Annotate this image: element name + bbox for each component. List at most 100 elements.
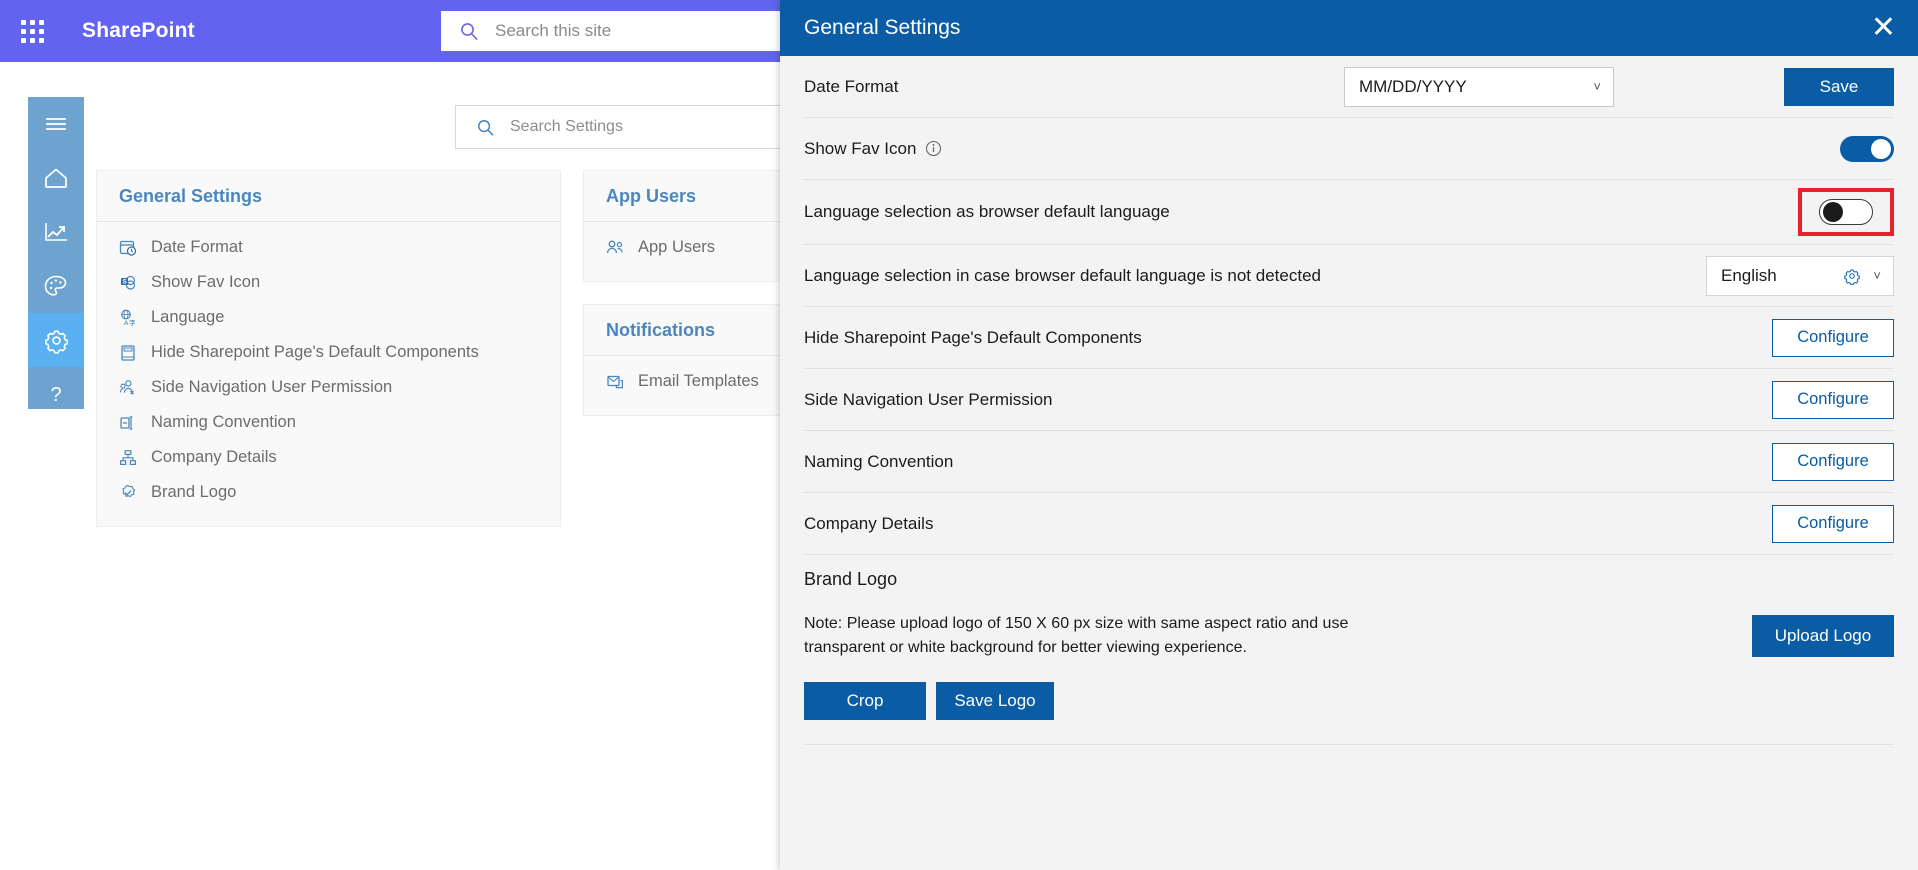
settings-search-placeholder: Search Settings bbox=[510, 118, 623, 135]
row-hide-default-components: Hide Sharepoint Page's Default Component… bbox=[804, 307, 1894, 369]
list-item-label: Side Navigation User Permission bbox=[151, 378, 393, 396]
list-item-label: Language bbox=[151, 308, 225, 326]
calendar-clock-icon bbox=[119, 238, 145, 258]
rail-item-help[interactable]: ? bbox=[28, 367, 84, 421]
rail-item-theme[interactable] bbox=[28, 259, 84, 313]
row-lang-fallback: Language selection in case browser defau… bbox=[804, 245, 1894, 307]
rail-item-home[interactable] bbox=[28, 151, 84, 205]
date-format-select[interactable]: MM/DD/YYYY ˅ bbox=[1344, 66, 1614, 107]
list-item[interactable]: Date Format bbox=[97, 230, 560, 265]
date-format-label: Date Format bbox=[804, 76, 899, 96]
general-settings-panel: General Settings ✕ Date Format MM/DD/YYY… bbox=[780, 0, 1918, 870]
row-show-fav-icon: Show Fav Icon bbox=[804, 118, 1894, 180]
toggle-knob bbox=[1871, 138, 1891, 159]
card-general-settings: General Settings Date Format S Show Fav … bbox=[96, 170, 561, 527]
lang-fallback-select[interactable]: English ˅ bbox=[1706, 255, 1894, 296]
show-fav-icon-toggle[interactable] bbox=[1840, 135, 1894, 162]
toggle-knob bbox=[1823, 202, 1843, 222]
search-icon bbox=[461, 23, 478, 41]
page-layout-icon bbox=[119, 343, 145, 363]
list-item-label: Show Fav Icon bbox=[151, 273, 261, 291]
list-item-label: Company Details bbox=[151, 448, 277, 466]
save-button[interactable]: Save bbox=[1784, 67, 1894, 106]
lang-fallback-label: Language selection in case browser defau… bbox=[804, 265, 1321, 285]
panel-header: General Settings ✕ bbox=[780, 0, 1918, 56]
list-item[interactable]: Side Navigation User Permission bbox=[97, 370, 560, 405]
configure-button-hide-default-components[interactable]: Configure bbox=[1772, 318, 1894, 357]
home-icon bbox=[45, 168, 67, 188]
brand-logo-buttons: Crop Save Logo bbox=[804, 660, 1894, 734]
row-lang-browser-default: Language selection as browser default la… bbox=[804, 180, 1894, 245]
sharepoint-brand[interactable]: SharePoint bbox=[82, 19, 195, 43]
lang-fallback-value: English bbox=[1721, 265, 1777, 285]
brand-logo-title: Brand Logo bbox=[804, 569, 898, 589]
info-circle-icon[interactable] bbox=[925, 140, 942, 157]
section-brand-logo: Brand Logo Note: Please upload logo of 1… bbox=[804, 555, 1894, 745]
rail-item-settings[interactable] bbox=[28, 313, 84, 367]
brand-logo-note-row: Note: Please upload logo of 150 X 60 px … bbox=[804, 612, 1894, 660]
panel-title: General Settings bbox=[804, 16, 961, 39]
naming-convention-label: Naming Convention bbox=[804, 451, 954, 471]
close-icon[interactable]: ✕ bbox=[1871, 13, 1896, 43]
app-root: SharePoint Search this site ? Search Set… bbox=[0, 0, 1918, 870]
search-icon bbox=[478, 119, 494, 136]
favicon-icon: S bbox=[119, 273, 145, 293]
palette-icon bbox=[44, 275, 67, 296]
hide-default-components-label: Hide Sharepoint Page's Default Component… bbox=[804, 327, 1142, 347]
site-search-placeholder: Search this site bbox=[495, 21, 612, 40]
gear-icon bbox=[44, 329, 68, 354]
company-details-label: Company Details bbox=[804, 513, 934, 533]
svg-text:S: S bbox=[122, 278, 127, 285]
chevron-down-icon: ˅ bbox=[1873, 268, 1881, 283]
date-format-value: MM/DD/YYYY bbox=[1359, 76, 1467, 96]
configure-button-side-nav-permission[interactable]: Configure bbox=[1772, 380, 1894, 419]
badge-icon bbox=[119, 483, 145, 503]
lang-browser-default-label: Language selection as browser default la… bbox=[804, 202, 1170, 221]
settings-search-input[interactable]: Search Settings bbox=[455, 105, 785, 149]
app-launcher-icon[interactable] bbox=[8, 7, 56, 55]
people-icon bbox=[606, 238, 632, 258]
card-title: General Settings bbox=[97, 171, 560, 222]
list-item-label: Hide Sharepoint Page's Default Component… bbox=[151, 343, 479, 361]
list-item[interactable]: S Show Fav Icon bbox=[97, 265, 560, 300]
list-item[interactable]: A字 Language bbox=[97, 300, 560, 335]
language-globe-icon: A字 bbox=[119, 308, 145, 328]
rename-icon bbox=[119, 413, 145, 433]
list-item[interactable]: Hide Sharepoint Page's Default Component… bbox=[97, 335, 560, 370]
list-item[interactable]: Brand Logo bbox=[97, 475, 560, 510]
list-item[interactable]: Company Details bbox=[97, 440, 560, 475]
question-mark-icon: ? bbox=[50, 384, 61, 406]
chevron-down-icon: ˅ bbox=[1593, 79, 1601, 94]
row-side-nav-permission: Side Navigation User Permission Configur… bbox=[804, 369, 1894, 431]
brand-logo-note: Note: Please upload logo of 150 X 60 px … bbox=[804, 615, 1349, 656]
email-template-icon bbox=[606, 372, 632, 392]
list-item-label: Naming Convention bbox=[151, 413, 296, 431]
save-logo-button[interactable]: Save Logo bbox=[936, 682, 1054, 720]
svg-text:字: 字 bbox=[129, 318, 136, 327]
main-content: Search Settings General Settings Date Fo… bbox=[84, 62, 913, 870]
hamburger-icon bbox=[46, 118, 66, 130]
list-item[interactable]: Naming Convention bbox=[97, 405, 560, 440]
list-item-label: App Users bbox=[638, 238, 716, 256]
configure-button-naming-convention[interactable]: Configure bbox=[1772, 442, 1894, 481]
panel-body: Date Format MM/DD/YYYY ˅ Save Show Fav I… bbox=[780, 56, 1918, 745]
upload-logo-button[interactable]: Upload Logo bbox=[1752, 615, 1894, 657]
highlight-annotation bbox=[1798, 188, 1894, 236]
list-item-label: Date Format bbox=[151, 238, 243, 256]
svg-text:?: ? bbox=[50, 384, 61, 406]
lang-browser-default-toggle[interactable] bbox=[1819, 199, 1873, 225]
gear-icon[interactable] bbox=[1843, 267, 1861, 285]
rail-item-menu[interactable] bbox=[28, 97, 84, 151]
configure-button-company-details[interactable]: Configure bbox=[1772, 504, 1894, 543]
left-icon-rail: ? bbox=[28, 97, 84, 409]
org-chart-icon bbox=[119, 448, 145, 468]
show-fav-icon-label: Show Fav Icon bbox=[804, 138, 917, 158]
rail-item-analytics[interactable] bbox=[28, 205, 84, 259]
row-company-details: Company Details Configure bbox=[804, 493, 1894, 555]
card-body: Date Format S Show Fav Icon A字 Language bbox=[97, 222, 560, 526]
user-permission-icon bbox=[119, 378, 145, 398]
row-naming-convention: Naming Convention Configure bbox=[804, 431, 1894, 493]
crop-button[interactable]: Crop bbox=[804, 682, 926, 720]
list-item-label: Email Templates bbox=[638, 372, 759, 390]
list-item-label: Brand Logo bbox=[151, 483, 237, 501]
